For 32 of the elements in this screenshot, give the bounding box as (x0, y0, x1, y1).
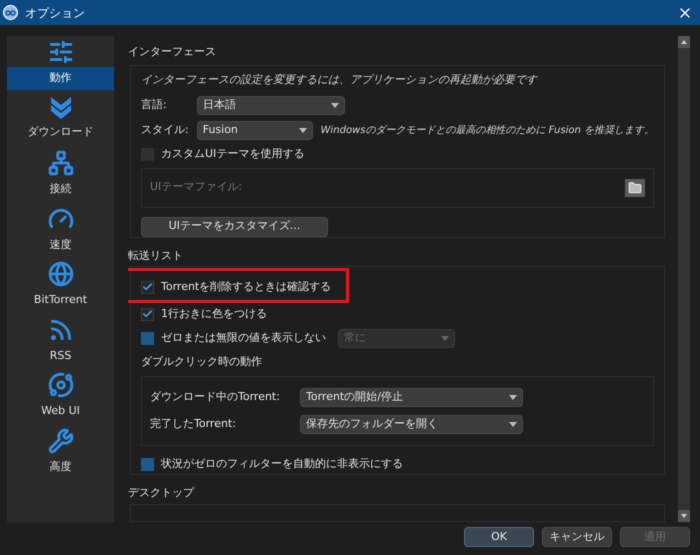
note-text: Windowsのダークモードとの最高の相性のために Fusion を推奨します。 (320, 124, 654, 138)
field-label: UIテーマファイル: (150, 179, 242, 196)
dropdown[interactable]: 日本語 (197, 96, 345, 115)
dropdown[interactable]: Fusion (196, 121, 313, 140)
subsection-label: ダブルクリック時の動作 (141, 354, 263, 370)
field-label: ダウンロード中のTorrent: (150, 389, 281, 406)
sidebar-item[interactable]: BitTorrent (7, 260, 114, 316)
checkbox-label: ゼロまたは無限の値を表示しない (161, 330, 326, 346)
dialog-button[interactable]: OK (464, 527, 534, 547)
sidebar-item[interactable]: 速度 (7, 204, 114, 260)
section-heading: デスクトップ (128, 485, 196, 501)
checkbox-label: カスタムUIテーマを使用する (161, 146, 304, 162)
note-text: インターフェースの設定を変更するには、アプリケーションの再起動が必要です (141, 72, 539, 88)
field-label: 言語: (141, 97, 168, 114)
dialog-button[interactable]: キャンセル (542, 527, 612, 547)
sidebar-item[interactable]: 高度 (7, 426, 114, 482)
sidebar-item[interactable]: 接続 (7, 149, 114, 204)
window-title: オプション (25, 4, 85, 22)
section-heading: 転送リスト (128, 248, 184, 264)
dropdown[interactable]: Torrentの開始/停止 (300, 388, 523, 407)
field-label: スタイル: (141, 122, 189, 138)
sidebar-item[interactable]: RSS (7, 316, 114, 371)
customize-theme-button[interactable]: UIテーマをカスタマイズ... (141, 216, 328, 236)
checkbox-label: 状況がゼロのフィルターを自動的に非表示にする (161, 456, 403, 472)
sidebar-item[interactable]: ダウンロード (7, 94, 114, 149)
sidebar-item[interactable]: Web UI (7, 371, 114, 426)
checkbox-label: Torrentを削除するときは確認する (161, 278, 332, 295)
dropdown[interactable]: 保存先のフォルダーを開く (300, 415, 523, 434)
section-heading: インターフェース (128, 44, 217, 60)
sidebar-item[interactable]: 動作 (7, 38, 114, 94)
field-label: 完了したTorrent: (150, 416, 237, 432)
checkbox-label: 1行おきに色をつける (161, 306, 267, 322)
